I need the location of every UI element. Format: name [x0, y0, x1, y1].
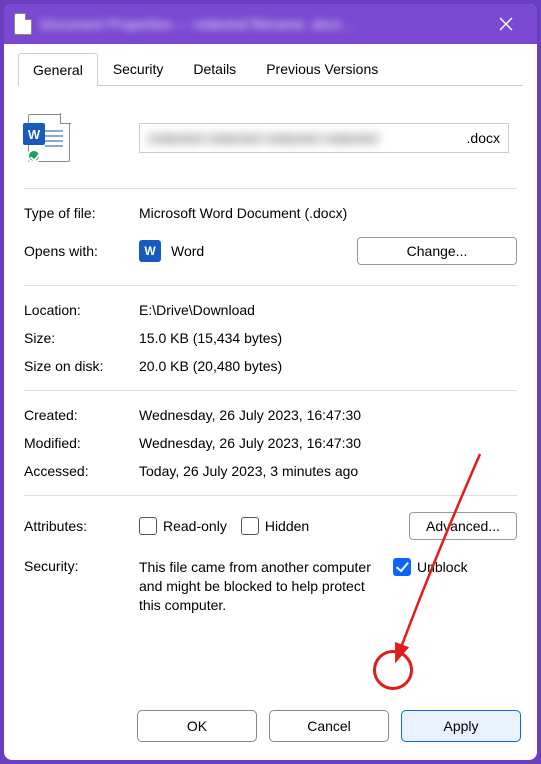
filename-input[interactable]: redacted redacted redacted redacted .doc… [139, 123, 509, 153]
hidden-label: Hidden [265, 518, 309, 534]
checkbox-icon [139, 517, 157, 535]
file-type-icon: W [28, 114, 70, 162]
filename-extension: .docx [461, 130, 500, 146]
tab-general[interactable]: General [18, 53, 98, 86]
window-title: Document Properties — redacted filename … [40, 16, 357, 32]
created-value: Wednesday, 26 July 2023, 16:47:30 [139, 407, 517, 423]
location-value: E:\Drive\Download [139, 302, 517, 318]
modified-label: Modified: [24, 435, 139, 451]
tab-bar: General Security Details Previous Versio… [18, 52, 523, 86]
tab-details[interactable]: Details [178, 52, 251, 85]
location-label: Location: [24, 302, 139, 318]
annotation-highlight-ring [373, 650, 413, 690]
properties-dialog: Document Properties — redacted filename … [4, 4, 537, 760]
cancel-button[interactable]: Cancel [269, 710, 389, 742]
type-of-file-label: Type of file: [24, 205, 139, 221]
size-value: 15.0 KB (15,434 bytes) [139, 330, 517, 346]
security-text: This file came from another computer and… [139, 558, 379, 615]
created-label: Created: [24, 407, 139, 423]
close-button[interactable] [485, 5, 527, 43]
security-label: Security: [24, 558, 139, 574]
hidden-checkbox[interactable]: Hidden [241, 517, 309, 535]
ok-button[interactable]: OK [137, 710, 257, 742]
general-pane: W redacted redacted redacted redacted .d… [18, 86, 523, 696]
size-on-disk-label: Size on disk: [24, 358, 139, 374]
attributes-label: Attributes: [24, 518, 139, 534]
size-on-disk-value: 20.0 KB (20,480 bytes) [139, 358, 517, 374]
accessed-value: Today, 26 July 2023, 3 minutes ago [139, 463, 517, 479]
change-button[interactable]: Change... [357, 237, 517, 265]
read-only-label: Read-only [163, 518, 227, 534]
unblock-label: Unblock [417, 559, 468, 575]
content-area: General Security Details Previous Versio… [4, 44, 537, 696]
checkbox-icon [241, 517, 259, 535]
read-only-checkbox[interactable]: Read-only [139, 517, 227, 535]
accessed-label: Accessed: [24, 463, 139, 479]
opens-with-label: Opens with: [24, 243, 139, 259]
advanced-button[interactable]: Advanced... [409, 512, 517, 540]
unblock-checkbox[interactable]: Unblock [393, 558, 468, 576]
titlebar[interactable]: Document Properties — redacted filename … [4, 4, 537, 44]
dialog-footer: OK Cancel Apply [4, 696, 537, 760]
close-icon [499, 17, 513, 31]
opens-with-app: Word [171, 243, 204, 259]
type-of-file-value: Microsoft Word Document (.docx) [139, 205, 517, 221]
document-icon [14, 13, 32, 35]
modified-value: Wednesday, 26 July 2023, 16:47:30 [139, 435, 517, 451]
tab-previous-versions[interactable]: Previous Versions [251, 52, 393, 85]
tab-security[interactable]: Security [98, 52, 179, 85]
word-app-icon: W [139, 240, 161, 262]
size-label: Size: [24, 330, 139, 346]
checkbox-checked-icon [393, 558, 411, 576]
apply-button[interactable]: Apply [401, 710, 521, 742]
filename-redacted: redacted redacted redacted redacted [148, 130, 461, 146]
